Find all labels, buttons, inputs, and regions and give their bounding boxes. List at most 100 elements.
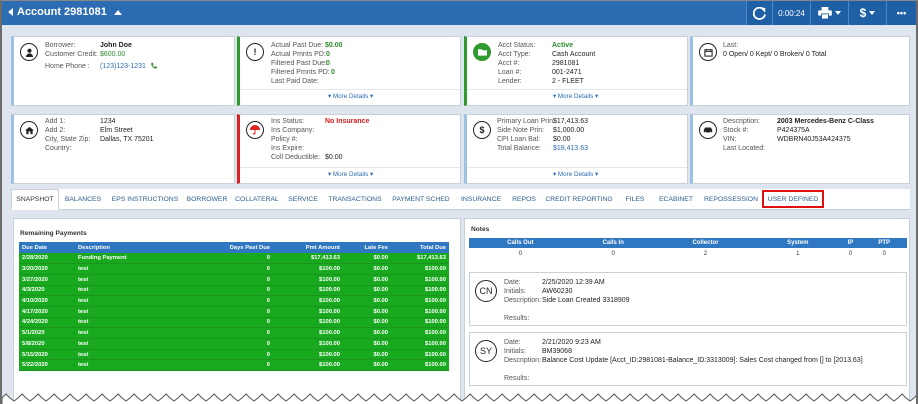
account-card: Acct Status: Active Acct Type: Cash Acco… (464, 36, 688, 106)
tab-credit-reporting[interactable]: CREDIT REPORTING (542, 189, 616, 210)
collapse-arrow-icon[interactable] (113, 9, 122, 15)
account-title[interactable]: Account 2981081 (8, 6, 122, 18)
last-contact-card: Last: 0 Open/ 0 Kept/ 0 Broken/ 0 Total (690, 36, 910, 106)
table-row[interactable]: 4/24/2020 test 0 $100.00 $0.00 $100.00 (19, 317, 449, 329)
tab-ecabinet[interactable]: ECABINET (654, 189, 698, 210)
table-row[interactable]: 3/20/2020 test 0 $100.00 $0.00 $100.00 (19, 263, 449, 275)
tab-eps-instructions[interactable]: EPS INSTRUCTIONS (107, 189, 183, 210)
table-cell: $100.00 (273, 274, 343, 286)
vin-label: VIN: (723, 136, 737, 143)
table-row[interactable]: 5/1/2020 test 0 $100.00 $0.00 $100.00 (19, 327, 449, 339)
table-cell: Funding Payment (75, 253, 215, 265)
table-cell: $100.00 (273, 285, 343, 297)
tab-transactions[interactable]: TRANSACTIONS (324, 189, 386, 210)
promise-summary: 0 Open/ 0 Kept/ 0 Broken/ 0 Total (723, 51, 827, 58)
acct-type-label: Acct Type: (498, 51, 531, 58)
vehicle-card: Description: 2003 Mercedes-Benz C-Class … (690, 114, 910, 184)
table-cell: $100.00 (273, 349, 343, 361)
table-cell: 0 (215, 317, 273, 329)
tab-balances[interactable]: BALANCES (61, 189, 105, 210)
table-cell: 0 (611, 251, 615, 257)
column-header: Late Fee (343, 242, 391, 253)
table-cell: $100.00 (391, 327, 449, 339)
tab-collateral[interactable]: COLLATERAL (232, 189, 282, 210)
past-due-card: ! Actual Past Due: $0.00 Actual Pmnts PD… (237, 36, 461, 106)
note-card[interactable]: CN Date: 2/25/2020 12:39 AM Initials: AW… (469, 272, 907, 326)
table-row[interactable]: 3/27/2020 test 0 $100.00 $0.00 $100.00 (19, 274, 449, 286)
table-cell: $0.00 (343, 253, 391, 265)
avatar: SY (475, 340, 497, 362)
refresh-button[interactable] (746, 1, 772, 25)
table-row[interactable]: 5/8/2020 test 0 $100.00 $0.00 $100.00 (19, 338, 449, 350)
stock-label: Stock #: (723, 127, 749, 134)
more-details-link[interactable]: ▾ More Details ▾ (553, 93, 598, 100)
app-frame: Account 2981081 0:00:24 $ ••• Borrower: … (0, 0, 918, 404)
tab-user-defined[interactable]: USER DEFINED (762, 190, 824, 208)
phone-icon[interactable] (150, 62, 157, 69)
tab-insurance[interactable]: INSURANCE (456, 189, 506, 210)
tab-repos[interactable]: REPOS (508, 189, 540, 210)
side-note-prin-label: Side Note Prin: (497, 127, 545, 134)
tab-files[interactable]: FILES (618, 189, 652, 210)
table-cell: test (75, 285, 215, 297)
table-cell: test (75, 338, 215, 350)
credit-label: Customer Credit: (45, 51, 98, 58)
table-cell: $100.00 (391, 317, 449, 329)
loan-balance-card: $ Primary Loan Prin: $17,413.63 Side Not… (464, 114, 688, 184)
chevron-down-icon (869, 11, 876, 15)
table-row[interactable]: 4/17/2020 test 0 $100.00 $0.00 $100.00 (19, 306, 449, 318)
filtered-past-due: 0 (326, 60, 330, 67)
account-tabs: SNAPSHOT BALANCES EPS INSTRUCTIONS BORRO… (11, 189, 910, 210)
table-cell: 0 (215, 349, 273, 361)
more-details-link[interactable]: ▾ More Details ▾ (328, 171, 373, 178)
tab-snapshot[interactable]: SNAPSHOT (11, 189, 59, 210)
chevron-down-icon: ▾ (368, 93, 374, 100)
tab-service[interactable]: SERVICE (284, 189, 322, 210)
acct-status: Active (552, 42, 574, 49)
print-menu-button[interactable] (810, 1, 848, 25)
address-card: Add 1: 1234 Add 2: Elm Street City, Stat… (11, 114, 235, 184)
table-row[interactable]: 4/10/2020 test 0 $100.00 $0.00 $100.00 (19, 295, 449, 307)
table-cell: $100.00 (391, 359, 449, 372)
address-line1: 1234 (100, 118, 116, 125)
last-located-label: Last Located: (723, 145, 766, 152)
calendar-icon (699, 43, 717, 61)
table-cell: 0 (215, 359, 273, 372)
car-icon (699, 121, 717, 139)
table-row[interactable]: 5/22/2020 test 0 $100.00 $0.00 $100.00 (19, 359, 449, 372)
table-cell: $0.00 (343, 338, 391, 350)
table-row[interactable]: 2/28/2020 Funding Payment 0 $17,413.63 $0.00… (19, 253, 449, 265)
tab-payment-sched[interactable]: PAYMENT SCHED (388, 189, 454, 210)
more-details-link[interactable]: ▾ More Details ▾ (553, 171, 598, 178)
note-date-label: Date: (504, 339, 521, 346)
table-cell: 0 (848, 251, 853, 257)
table-cell: 0 (215, 295, 273, 307)
column-header: System (756, 238, 840, 248)
table-cell: 5/15/2020 (19, 349, 75, 361)
column-header: Pmt Amount (273, 242, 343, 253)
table-cell: $100.00 (273, 263, 343, 275)
table-row[interactable]: 4/3/2020 test 0 $100.00 $0.00 $100.00 (19, 285, 449, 297)
refresh-icon (753, 6, 766, 20)
total-balance[interactable]: $18,413.63 (553, 145, 588, 152)
filtered-pmnts-label: Filtered Pmnts PD: (271, 69, 330, 76)
note-card[interactable]: SY Date: 2/21/2020 9:23 AM Initials: BM3… (469, 332, 907, 386)
divider (467, 167, 687, 168)
table-cell: $100.00 (391, 338, 449, 350)
note-results-label: Results: (504, 375, 530, 382)
table-cell: $0.00 (343, 359, 391, 372)
avatar: CN (475, 280, 497, 302)
borrower-card: Borrower: John Doe Customer Credit: $600… (11, 36, 235, 106)
tab-repossession[interactable]: REPOSSESSION (700, 189, 762, 210)
more-menu-button[interactable]: ••• (886, 1, 916, 25)
account-title-text: Account 2981081 (17, 6, 107, 18)
tab-borrower[interactable]: BORROWER (184, 189, 230, 210)
back-arrow-icon[interactable] (8, 8, 13, 16)
table-cell: 0 (215, 263, 273, 275)
table-row[interactable]: 5/15/2020 test 0 $100.00 $0.00 $100.00 (19, 349, 449, 361)
column-header: Collector (654, 238, 757, 248)
payment-menu-button[interactable]: $ (848, 1, 886, 25)
table-cell: 4/10/2020 (19, 295, 75, 307)
home-phone[interactable]: (123)123-1231 (100, 63, 146, 70)
more-details-link[interactable]: ▾ More Details ▾ (328, 93, 373, 100)
